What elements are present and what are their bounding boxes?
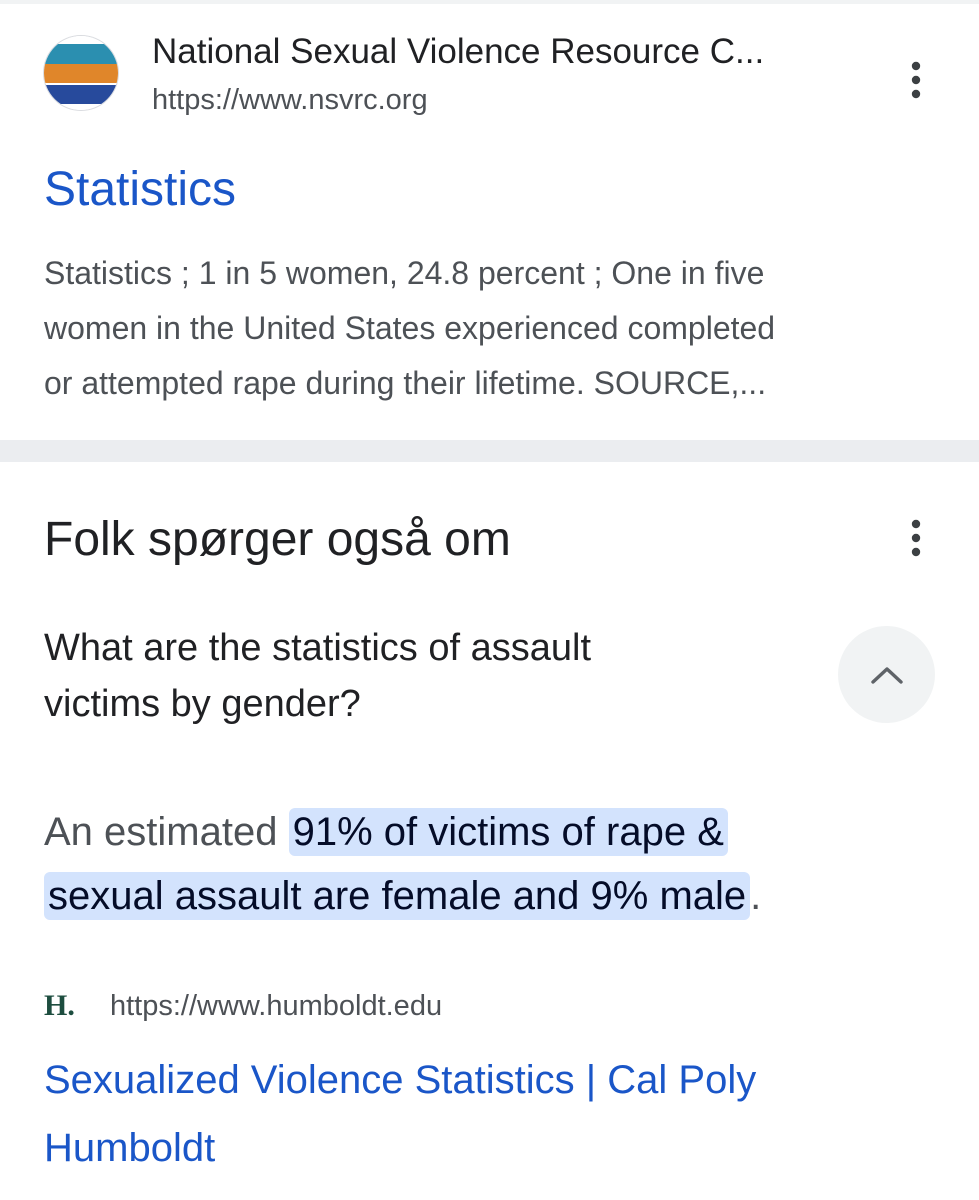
section-divider — [0, 440, 979, 462]
question-line: victims by gender? — [44, 683, 361, 725]
favicon-stripe-bottom — [44, 84, 118, 104]
answer-prefix: An estimated — [44, 810, 289, 854]
source-url[interactable]: https://www.humboldt.edu — [110, 982, 442, 1030]
snippet-line: women in the United States experienced c… — [44, 310, 776, 346]
vertical-dots-icon — [911, 519, 921, 557]
link-line: Humboldt — [44, 1126, 216, 1170]
link-line: Sexualized Violence Statistics | Cal Pol… — [44, 1058, 757, 1102]
answer-line: An estimated 91% of victims of rape & — [44, 800, 944, 864]
favicon-stripe-top — [44, 44, 118, 64]
answer-source[interactable]: H. https://www.humboldt.edu — [44, 982, 442, 1030]
humboldt-logo-icon: H. — [44, 989, 75, 1022]
result-snippet: Statistics ; 1 in 5 women, 24.8 percent … — [44, 246, 934, 411]
answer-suffix: . — [750, 874, 762, 918]
snippet-line: or attempted rape during their lifetime.… — [44, 365, 767, 401]
question-toggle[interactable]: What are the statistics of assault victi… — [44, 620, 824, 732]
site-name[interactable]: National Sexual Violence Resource C... — [152, 30, 764, 74]
answer-highlight: 91% of victims of rape & — [288, 808, 728, 856]
favicon-stripe-middle — [44, 64, 118, 84]
nsvrc-favicon-icon — [44, 36, 118, 110]
question-line: What are the statistics of assault — [44, 627, 592, 669]
site-url[interactable]: https://www.nsvrc.org — [152, 80, 428, 120]
source-title-link[interactable]: Sexualized Violence Statistics | Cal Pol… — [44, 1046, 944, 1182]
answer-highlight: sexual assault are female and 9% male — [44, 872, 751, 920]
snippet-line: Statistics ; 1 in 5 women, 24.8 percent … — [44, 255, 765, 291]
vertical-dots-icon — [911, 61, 921, 99]
more-options-button[interactable] — [896, 50, 936, 110]
answer-text: An estimated 91% of victims of rape & se… — [44, 800, 944, 928]
more-options-button[interactable] — [896, 508, 936, 568]
people-also-ask-heading: Folk spørger også om — [44, 513, 511, 566]
chevron-up-icon — [870, 666, 903, 684]
collapse-button[interactable] — [838, 626, 935, 723]
search-result-nsvrc: National Sexual Violence Resource C... h… — [0, 0, 979, 440]
answer-line: sexual assault are female and 9% male. — [44, 864, 944, 928]
result-title-link[interactable]: Statistics — [44, 160, 236, 220]
